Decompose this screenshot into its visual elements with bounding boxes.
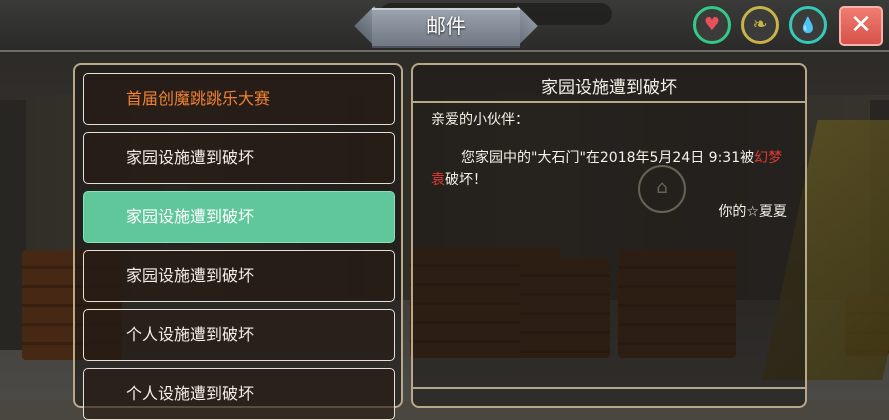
mail-body-text: 您家园中的"大石门"在2018年5月24日 9:31被 [461,150,755,166]
mail-item-label: 家园设施遭到破坏 [126,207,255,226]
title-banner: 邮件 [352,6,540,48]
mail-list-item[interactable]: 个人设施遭到破坏 [83,309,395,361]
top-bar: 邮件 ♥ ❧ 💧 ✕ [0,0,889,52]
mail-item-label: 家园设施遭到破坏 [126,148,255,167]
divider [413,101,805,103]
water-status[interactable]: 💧 [789,6,827,44]
page-title: 邮件 [426,14,466,38]
mail-list-item[interactable]: 个人设施遭到破坏 [83,368,395,420]
mail-signature: 你的☆夏夏 [718,204,787,220]
divider [413,387,805,389]
mail-list-item-selected[interactable]: 家园设施遭到破坏 [83,191,395,243]
mail-item-label: 个人设施遭到破坏 [126,384,255,403]
mail-list-panel: 首届创魔跳跳乐大赛 家园设施遭到破坏 家园设施遭到破坏 家园设施遭到破坏 个人设… [73,63,403,420]
mail-title: 家园设施遭到破坏 [541,78,677,98]
mail-body-text: 破坏！ [445,172,487,188]
mail-list-item[interactable]: 家园设施遭到破坏 [83,132,395,184]
food-status[interactable]: ❧ [741,6,779,44]
food-icon: ❧ [752,14,768,35]
mail-detail-panel: 家园设施遭到破坏 亲爱的小伙伴： ⌂ 您家园中的"大石门"在2018年5月24日… [411,63,807,408]
close-button[interactable]: ✕ [839,6,883,46]
health-status[interactable]: ♥ [693,6,731,44]
mail-item-label: 家园设施遭到破坏 [126,266,255,285]
mail-item-label: 首届创魔跳跳乐大赛 [126,89,271,108]
close-icon: ✕ [850,10,872,40]
mail-item-label: 个人设施遭到破坏 [126,325,255,344]
mail-greeting: 亲爱的小伙伴： [431,112,529,128]
mail-body: 您家园中的"大石门"在2018年5月24日 9:31被幻梦袁破坏！ [431,147,791,191]
water-drop-icon: 💧 [798,15,818,34]
mail-list-item[interactable]: 首届创魔跳跳乐大赛 [83,73,395,125]
heart-icon: ♥ [703,14,721,35]
mail-list-item[interactable]: 家园设施遭到破坏 [83,250,395,302]
